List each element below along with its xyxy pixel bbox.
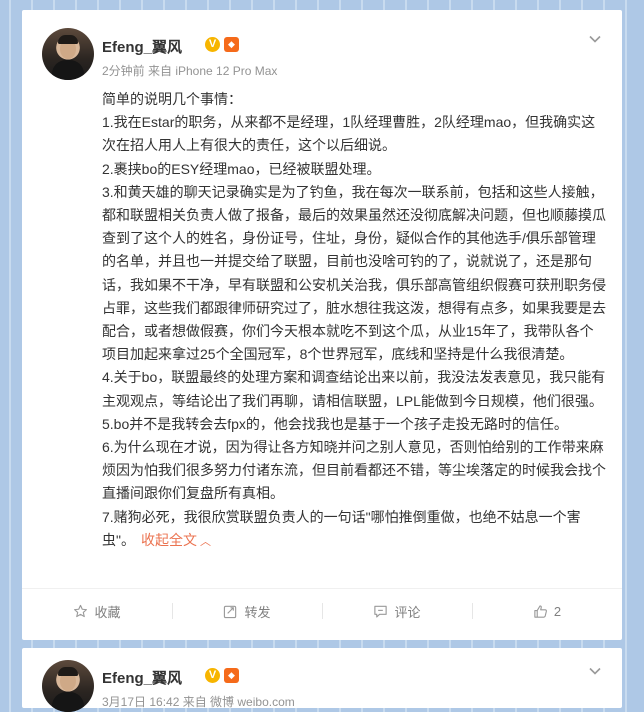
favorite-label: 收藏 xyxy=(94,604,121,620)
collapse-label: 收起全文 xyxy=(140,531,197,548)
comment-label: 评论 xyxy=(394,604,421,620)
post-line: 简单的说明几个事情： xyxy=(102,91,242,107)
level-badge-icon: ◆ xyxy=(224,37,239,52)
repost-icon xyxy=(224,605,237,618)
avatar[interactable] xyxy=(42,28,94,80)
post-line: 2.裹挟bo的ESY经理mao，已经被联盟处理。 xyxy=(102,160,381,177)
chevron-down-icon[interactable] xyxy=(588,32,602,46)
comment-icon xyxy=(374,605,388,617)
star-icon xyxy=(74,604,88,617)
like-button[interactable]: 2 xyxy=(472,589,622,633)
repost-label: 转发 xyxy=(244,604,271,620)
collapse-link[interactable]: 收起全文 ︿ xyxy=(141,532,211,548)
avatar-hair xyxy=(58,667,78,676)
comment-button[interactable]: 评论 xyxy=(322,589,472,633)
action-bar: 收藏 转发 评论 2 xyxy=(22,588,622,633)
like-count: 2 xyxy=(553,603,562,619)
verified-badge-icon: V xyxy=(205,37,220,52)
post-line: 6.为什么现在才说，因为得让各方知晓并问之别人意见，否则怕给别的工作带来麻烦因为… xyxy=(102,439,606,502)
username[interactable]: Efeng_翼风 xyxy=(102,36,182,57)
weibo-post-card: Efeng_翼风 V ◆ 2分钟前 来自 iPhone 12 Pro Max 简… xyxy=(22,10,622,640)
post-line: 5.bo并不是我转会去fpx的，他会找我也是基于一个孩子走投无路时的信任。 xyxy=(102,415,568,432)
username[interactable]: Efeng_翼风 xyxy=(102,667,182,688)
post-line: 1.我在Estar的职务，从来都不是经理，1队经理曹胜，2队经理mao，但我确实… xyxy=(102,114,596,154)
repost-button[interactable]: 转发 xyxy=(172,589,322,633)
post-meta: 2分钟前 来自 iPhone 12 Pro Max xyxy=(102,64,278,78)
favorite-button[interactable]: 收藏 xyxy=(22,589,172,633)
post-line-last: 7.赌狗必死，我很欣赏联盟负责人的一句话"哪怕推倒重做，也绝不姑息一个害虫"。收… xyxy=(102,506,607,554)
verified-badge-icon: V xyxy=(205,668,220,683)
level-badge-icon: ◆ xyxy=(224,668,239,683)
thumbs-up-icon xyxy=(534,604,547,618)
chevron-up-icon: ︿ xyxy=(199,535,211,548)
post-content: 简单的说明几个事情： 1.我在Estar的职务，从来都不是经理，1队经理曹胜，2… xyxy=(102,88,607,554)
post-line: 4.关于bo，联盟最终的处理方案和调查结论出来以前，我没法发表意见，我只能有主观… xyxy=(102,369,606,409)
weibo-post-card: Efeng_翼风 V ◆ 3月17日 16:42 来自 微博 weibo.com xyxy=(22,648,622,712)
avatar-hair xyxy=(58,35,78,44)
avatar-suit xyxy=(52,60,84,80)
avatar-suit xyxy=(52,692,84,712)
chevron-down-icon[interactable] xyxy=(588,664,602,678)
avatar[interactable] xyxy=(42,660,94,712)
post-line: 3.和黄天雄的聊天记录确实是为了钓鱼，我在每次一联系前，包括和这些人接触，都和联… xyxy=(102,183,606,363)
